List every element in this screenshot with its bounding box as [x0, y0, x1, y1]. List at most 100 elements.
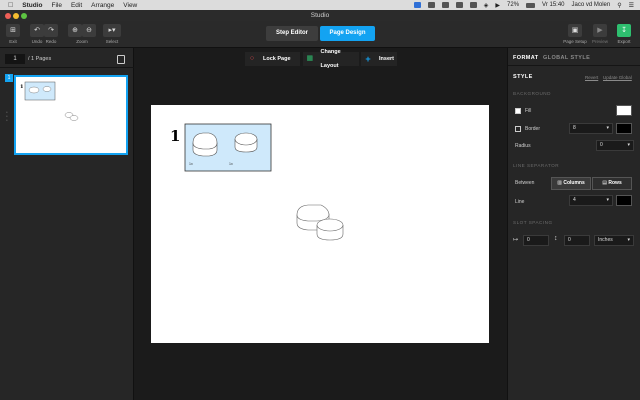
tab-format[interactable]: FORMAT	[513, 55, 539, 61]
change-layout-label: Change Layout	[320, 49, 341, 69]
page-content: 1 1x 1x	[170, 123, 344, 241]
window-title: Studio	[0, 10, 640, 21]
line-width-dropdown[interactable]: 4 ▾	[569, 195, 613, 206]
columns-button[interactable]: ▥ Columns	[551, 177, 591, 190]
page-thumbnail-preview: 1	[20, 81, 79, 121]
lock-page-button[interactable]: ○ Lock Page	[245, 52, 300, 66]
control-center-icon[interactable]: ☰	[629, 2, 634, 9]
border-checkbox[interactable]	[515, 126, 521, 132]
pages-panel: 1 / 1 Pages 1 • • • 1	[0, 48, 134, 400]
volume-icon[interactable]: ▶	[495, 2, 500, 9]
lock-page-label: Lock Page	[263, 56, 291, 62]
page-thumbnail-number: 1	[5, 74, 13, 82]
apple-menu-icon[interactable]: 	[8, 2, 13, 9]
battery-icon[interactable]	[526, 2, 536, 8]
cloud-icon[interactable]	[427, 2, 435, 8]
dropbox-icon[interactable]	[413, 2, 421, 8]
page-setup-button[interactable]: ▣	[568, 24, 582, 37]
vertical-spacing-value: 0	[568, 237, 571, 243]
page-canvas[interactable]: 1 1x 1x	[151, 105, 489, 343]
select-button[interactable]: ▸▾	[103, 24, 121, 37]
change-layout-button[interactable]: ▦ Change Layout	[303, 49, 359, 69]
fill-color-swatch[interactable]	[616, 105, 632, 116]
redo-button[interactable]: ↷	[44, 24, 58, 37]
columns-label: Columns	[563, 180, 585, 186]
page-design-tab[interactable]: Page Design	[320, 26, 375, 41]
menu-edit[interactable]: Edit	[71, 2, 82, 9]
add-page-icon[interactable]	[117, 55, 125, 64]
battery-percent[interactable]: 72%	[507, 2, 519, 8]
menu-arrange[interactable]: Arrange	[91, 2, 114, 9]
menu-file[interactable]: File	[51, 2, 61, 9]
between-label: Between	[515, 180, 535, 186]
menu-clock[interactable]: Vr 15:40	[542, 2, 564, 8]
update-global-link[interactable]: Update Global	[603, 75, 632, 80]
exit-label: Exit	[9, 39, 17, 44]
horizontal-spacing-field[interactable]: 0	[523, 235, 549, 246]
insert-button[interactable]: + Insert	[361, 52, 397, 66]
background-section-title: BACKGROUND	[513, 91, 551, 96]
minimize-window-button[interactable]	[13, 13, 19, 19]
line-color-swatch[interactable]	[616, 195, 632, 206]
format-panel: FORMAT GLOBAL STYLE STYLE Revert Update …	[507, 48, 640, 400]
slot-spacing-section-title: SLOT SPACING	[513, 220, 553, 225]
tab-underline	[508, 65, 640, 66]
menu-app-name[interactable]: Studio	[22, 2, 42, 9]
menu-user[interactable]: Jaco vd Molen	[572, 2, 611, 8]
page-count-label: / 1 Pages	[28, 56, 52, 62]
border-color-swatch[interactable]	[616, 123, 632, 134]
step-editor-tab[interactable]: Step Editor	[266, 26, 318, 41]
canvas-area: ○ Lock Page ▦ Change Layout + Insert 1 1…	[135, 48, 507, 400]
zoom-label: Zoom	[76, 39, 88, 44]
units-value: Inches	[598, 237, 613, 243]
preview-button[interactable]: ▶	[593, 24, 607, 37]
search-icon[interactable]: ⚲	[617, 2, 621, 9]
radius-dropdown[interactable]: 0 ▾	[596, 140, 634, 151]
exit-button[interactable]: ⊞	[6, 24, 20, 37]
menu-bar:  Studio File Edit Arrange View ◈ ▶ 72% …	[0, 0, 640, 10]
wifi-icon[interactable]: ◈	[484, 2, 489, 9]
zoom-window-button[interactable]	[21, 13, 27, 19]
undo-button[interactable]: ↶	[30, 24, 44, 37]
fill-checkbox[interactable]	[515, 108, 521, 114]
tab-global-style[interactable]: GLOBAL STYLE	[543, 55, 590, 61]
bluetooth-icon[interactable]	[469, 2, 477, 8]
units-dropdown[interactable]: Inches ▾	[594, 235, 634, 246]
shield-icon[interactable]	[455, 2, 463, 8]
zoom-out-button[interactable]: ⊖	[82, 24, 96, 37]
revert-link[interactable]: Revert	[585, 75, 598, 80]
thumb-step-number: 1	[20, 84, 23, 90]
page-setup-label: Page Setup	[563, 39, 587, 44]
undo-label: Undo	[31, 39, 43, 44]
redo-label: Redo	[45, 39, 57, 44]
vertical-spacing-icon: ↕	[554, 235, 558, 242]
line-label: Line	[515, 199, 525, 205]
horizontal-spacing-value: 0	[527, 237, 530, 243]
part-quantity-2: 1x	[229, 162, 233, 166]
chevron-down-icon: ▾	[606, 197, 609, 203]
menu-view[interactable]: View	[123, 2, 137, 9]
line-separator-section-title: LINE SEPARATOR	[513, 163, 560, 168]
border-width-dropdown[interactable]: 8 ▾	[569, 123, 613, 134]
columns-icon: ▥	[557, 180, 562, 186]
layout-icon: ▦	[306, 55, 314, 62]
line-width-value: 4	[573, 197, 576, 203]
border-label: Border	[525, 126, 541, 132]
close-window-button[interactable]	[5, 13, 11, 19]
page-thumbnail[interactable]: 1	[14, 75, 128, 155]
rows-button[interactable]: ▤ Rows	[592, 177, 632, 190]
sync-icon[interactable]	[441, 2, 449, 8]
chevron-down-icon: ▾	[627, 237, 630, 243]
current-page-field[interactable]: 1	[5, 54, 25, 64]
export-label: Export	[617, 39, 631, 44]
drag-handle-icon[interactable]: • • •	[6, 111, 9, 124]
model-assembly[interactable]	[296, 204, 344, 241]
export-button[interactable]: ↧	[617, 24, 631, 37]
chevron-down-icon: ▾	[606, 125, 609, 131]
vertical-spacing-field[interactable]: 0	[564, 235, 590, 246]
zoom-in-button[interactable]: ⊕	[68, 24, 82, 37]
rows-icon: ▤	[602, 180, 607, 186]
rows-label: Rows	[608, 180, 622, 186]
parts-list-callout[interactable]: 1x 1x	[184, 123, 272, 172]
horizontal-spacing-icon: ↦	[513, 237, 519, 243]
